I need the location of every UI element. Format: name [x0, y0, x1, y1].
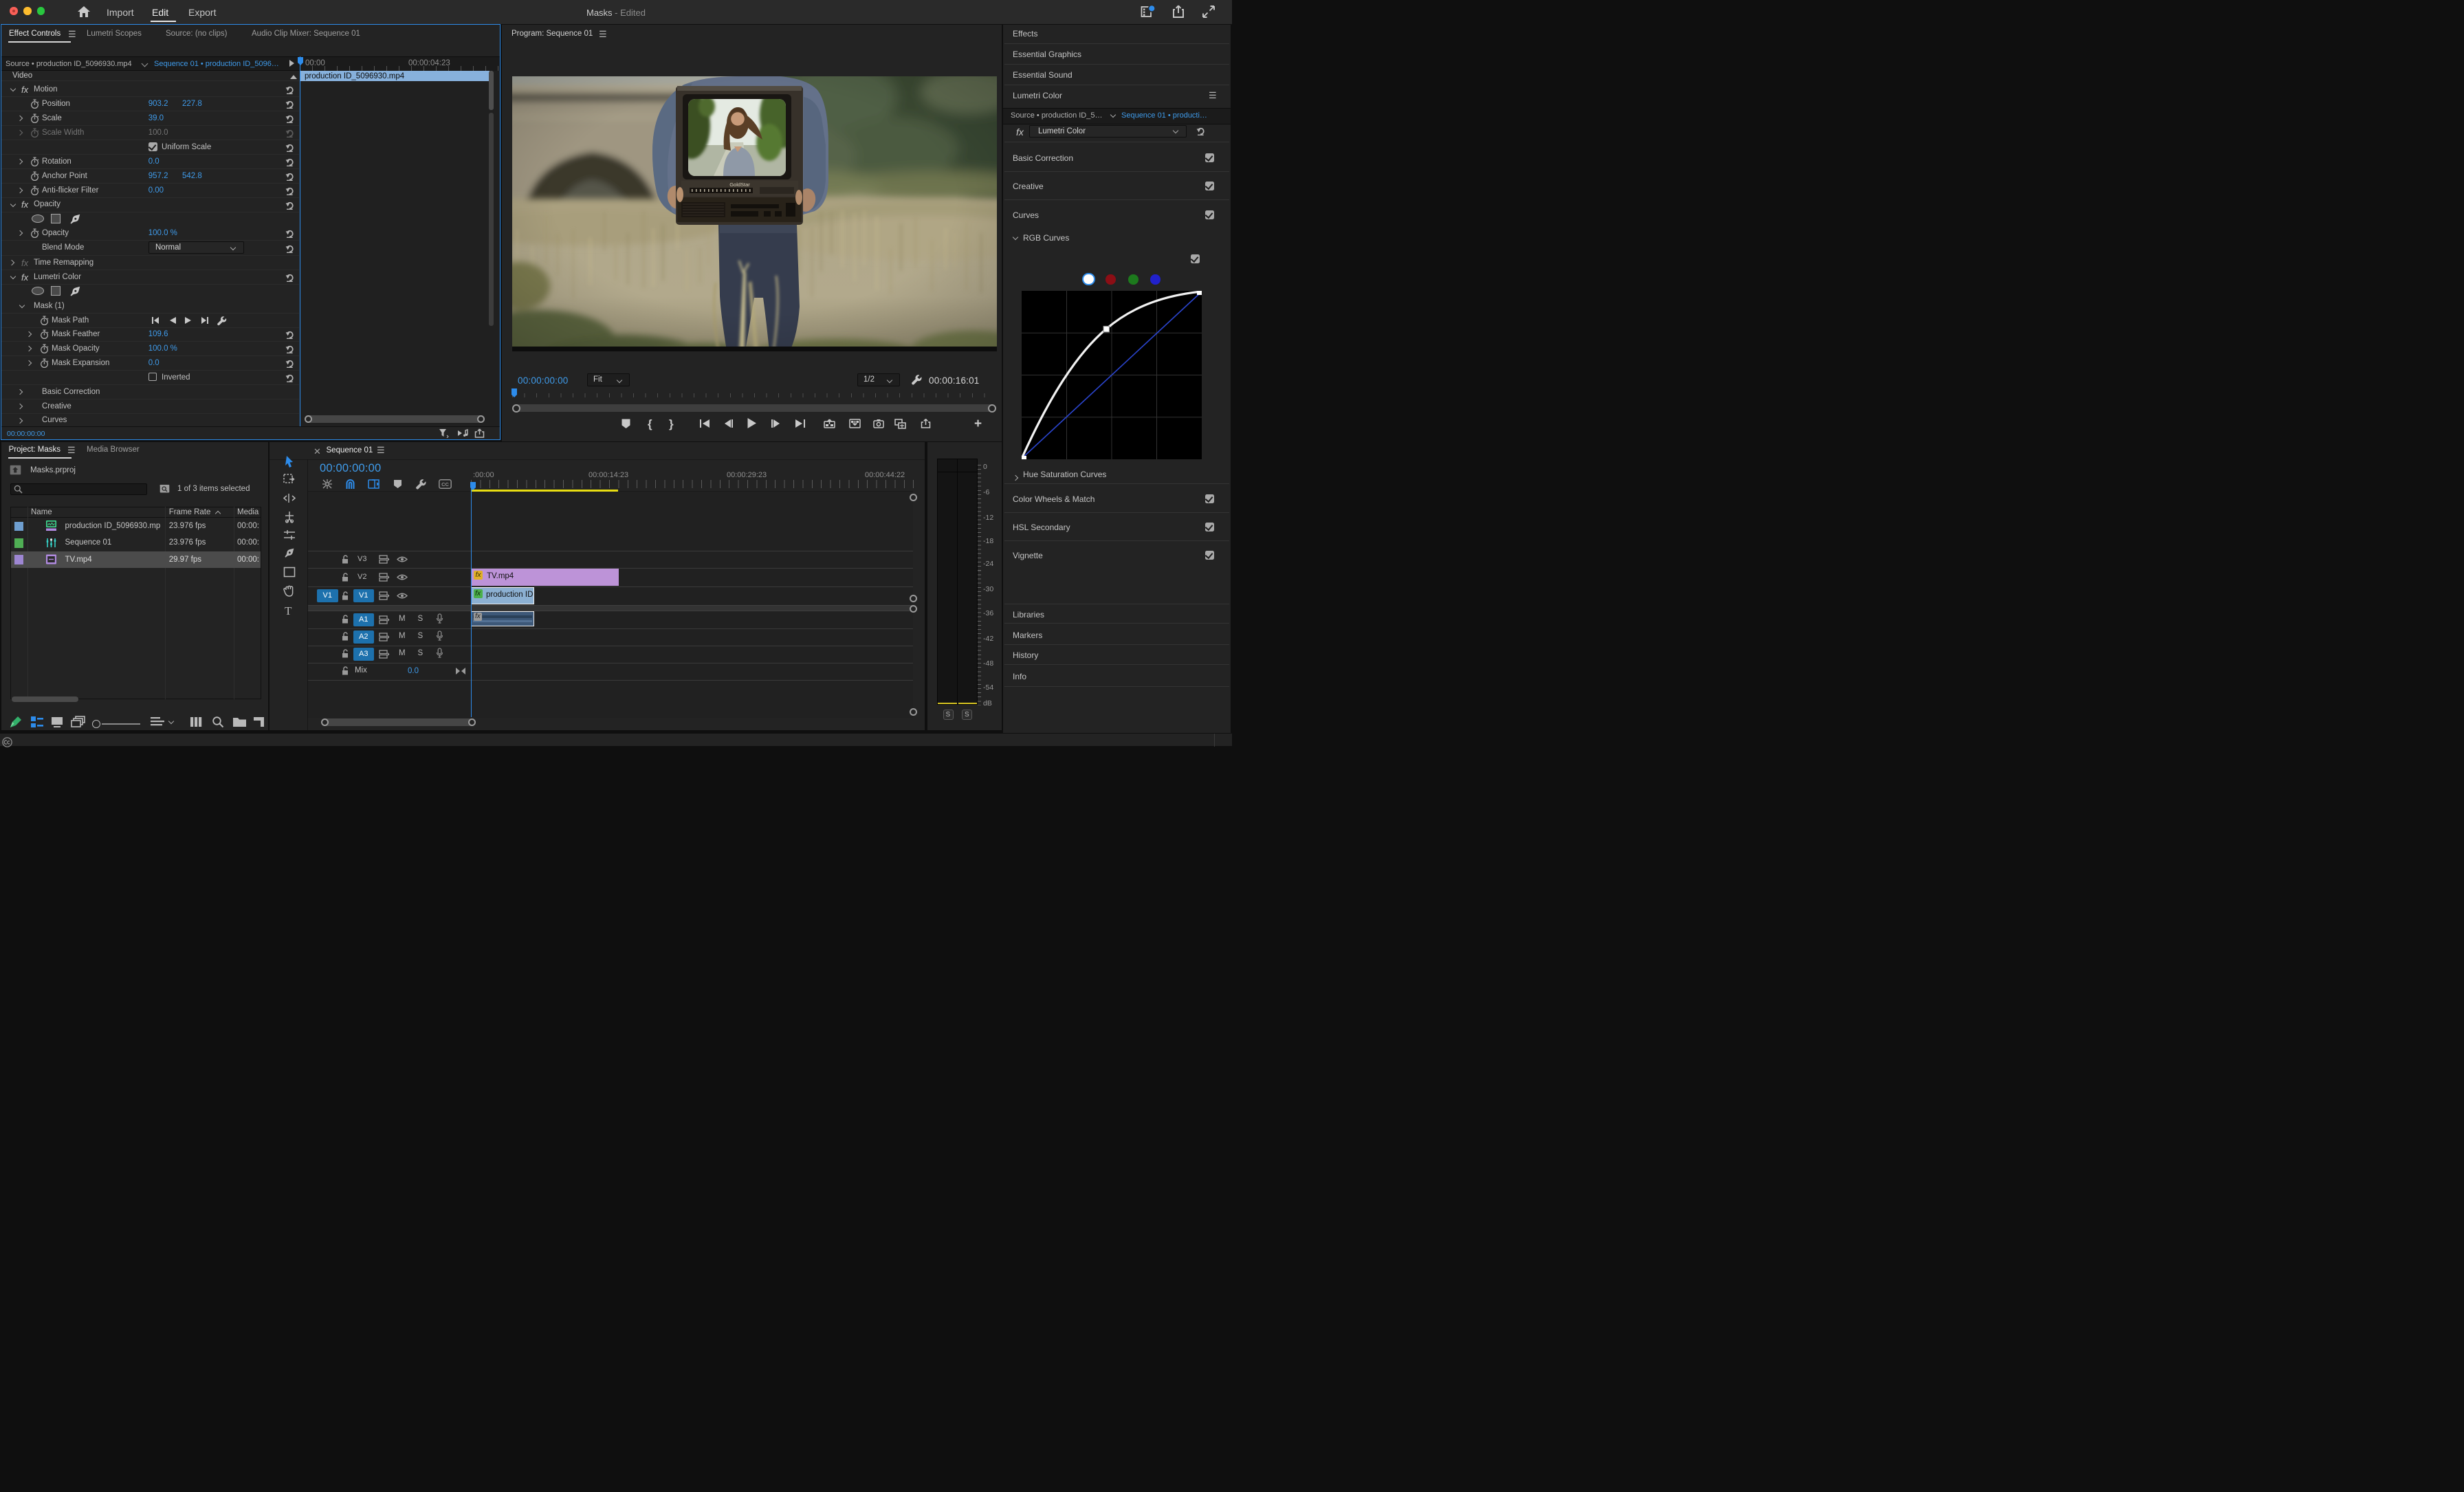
svg-text:CC: CC [441, 481, 449, 487]
